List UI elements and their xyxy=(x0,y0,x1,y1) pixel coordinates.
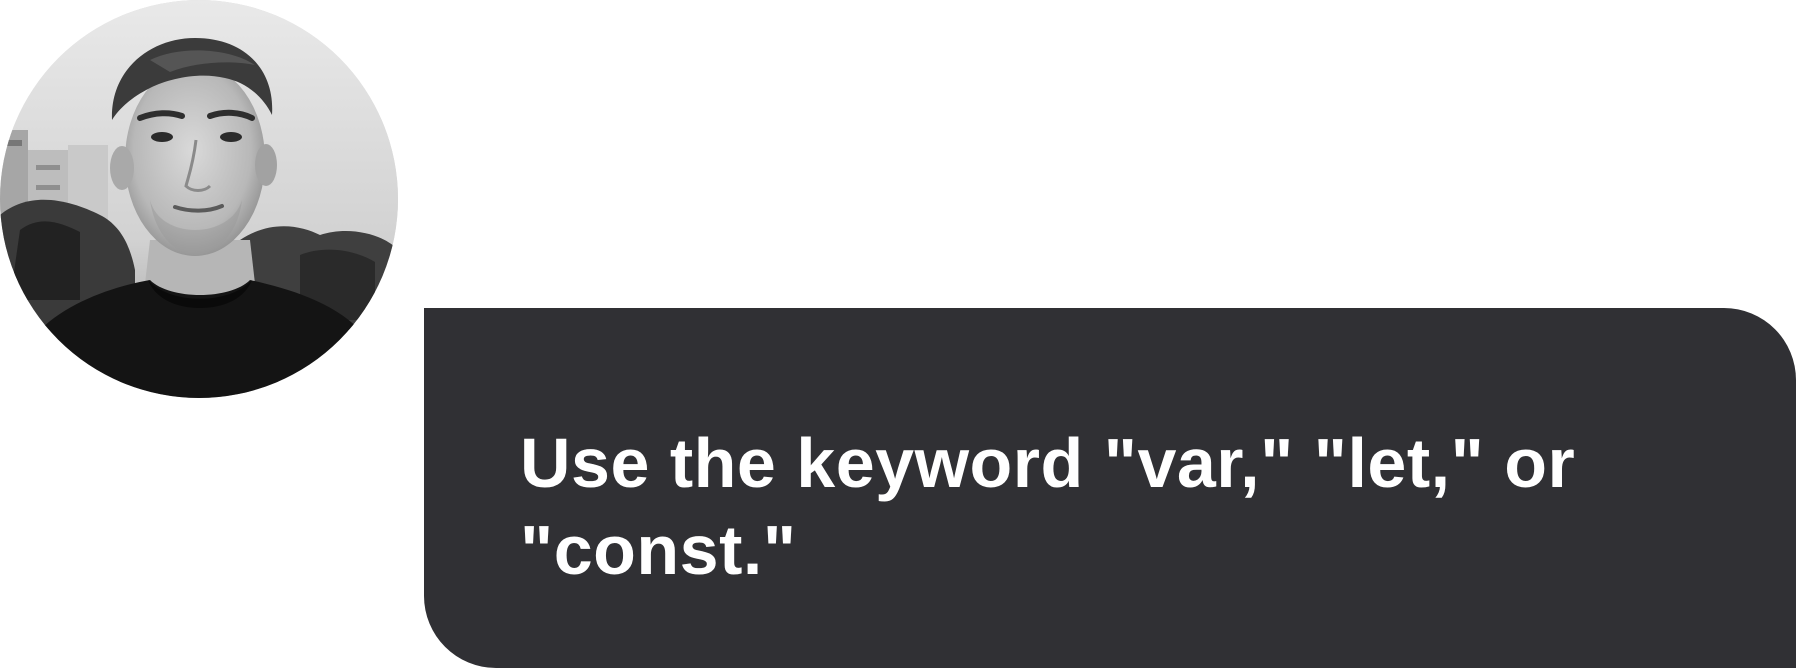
message-text: Use the keyword "var," "let," or "const.… xyxy=(520,424,1576,589)
chat-message-row: Use the keyword "var," "let," or "const.… xyxy=(0,0,1796,668)
message-bubble: Use the keyword "var," "let," or "const.… xyxy=(424,308,1796,668)
avatar[interactable] xyxy=(0,0,398,398)
avatar-photo xyxy=(0,0,398,398)
